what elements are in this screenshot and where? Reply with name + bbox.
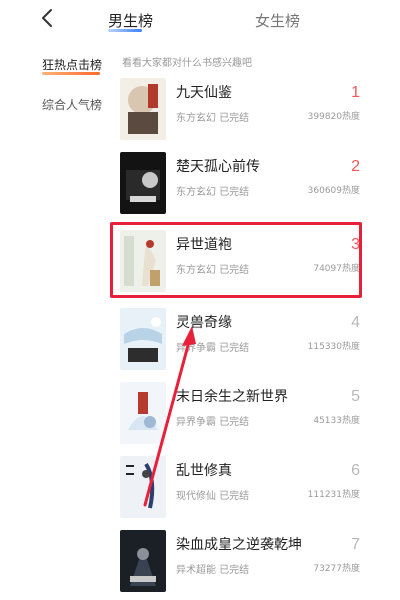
book-meta: 异术超能 已完结 [176,561,249,576]
sidebar-item-popularity[interactable]: 综合人气榜 [42,96,102,113]
rank-number: 1 [351,84,360,101]
book-status: 已完结 [219,417,250,428]
highlight-box [110,222,362,298]
heat-value: 360609热度 [307,186,360,196]
rank-number: 5 [351,388,360,405]
book-meta: 东方玄幻 已完结 [176,183,249,198]
book-title: 乱世修真 [176,463,232,479]
book-title: 末日余生之新世界 [176,389,288,405]
book-row[interactable]: 九天仙鉴 东方玄幻 已完结 1 399820热度 [112,78,370,152]
book-title: 楚天孤心前传 [176,159,260,175]
book-row[interactable]: 染血成皇之逆袭乾坤 异术超能 已完结 7 73277热度 [112,530,370,600]
book-title: 九天仙鉴 [176,85,232,101]
chevron-left-icon[interactable] [36,6,60,30]
book-genre: 异界争霸 [176,417,216,428]
book-title: 灵兽奇缘 [176,315,232,331]
list-subtitle: 看看大家都对什么书感兴趣吧 [122,58,252,69]
active-tab-indicator [108,29,142,32]
active-sidebar-indicator [42,72,100,75]
rank-number: 7 [351,536,360,553]
book-genre: 东方玄幻 [176,113,216,124]
heat-value: 115330热度 [307,342,360,352]
heat-value: 73277热度 [313,564,360,574]
tab-male-ranking[interactable]: 男生榜 [108,10,153,31]
book-cover-image [120,530,166,592]
book-meta: 东方玄幻 已完结 [176,109,249,124]
book-genre: 异界争霸 [176,343,216,354]
book-meta: 异界争霸 已完结 [176,413,249,428]
heat-value: 111231热度 [307,490,360,500]
book-status: 已完结 [219,565,250,576]
book-cover-image [120,382,166,444]
book-status: 已完结 [219,491,250,502]
book-status: 已完结 [219,343,250,354]
sidebar-item-hot-click[interactable]: 狂热点击榜 [42,56,102,73]
book-status: 已完结 [219,113,250,124]
heat-value: 399820热度 [307,112,360,122]
book-row[interactable]: 末日余生之新世界 异界争霸 已完结 5 45133热度 [112,382,370,456]
rank-number: 4 [351,314,360,331]
book-cover-image [120,308,166,370]
book-row[interactable]: 灵兽奇缘 异界争霸 已完结 4 115330热度 [112,308,370,382]
book-row[interactable]: 乱世修真 现代修仙 已完结 6 111231热度 [112,456,370,530]
book-cover-image [120,78,166,140]
rank-number: 6 [351,462,360,479]
book-genre: 现代修仙 [176,491,216,502]
book-meta: 现代修仙 已完结 [176,487,249,502]
book-genre: 异术超能 [176,565,216,576]
book-list: 看看大家都对什么书感兴趣吧 九天仙鉴 东方玄幻 已完结 1 399820热度 楚… [112,44,370,600]
tab-female-ranking[interactable]: 女生榜 [255,10,300,31]
book-row[interactable]: 楚天孤心前传 东方玄幻 已完结 2 360609热度 [112,152,370,226]
top-bar: 男生榜 女生榜 [0,0,400,40]
book-status: 已完结 [219,187,250,198]
book-cover-image [120,456,166,518]
rank-number: 2 [351,158,360,175]
book-cover-image [120,152,166,214]
heat-value: 45133热度 [313,416,360,426]
book-title: 染血成皇之逆袭乾坤 [176,537,302,553]
book-genre: 东方玄幻 [176,187,216,198]
ranking-sidebar: 狂热点击榜 综合人气榜 [34,44,110,600]
book-meta: 异界争霸 已完结 [176,339,249,354]
